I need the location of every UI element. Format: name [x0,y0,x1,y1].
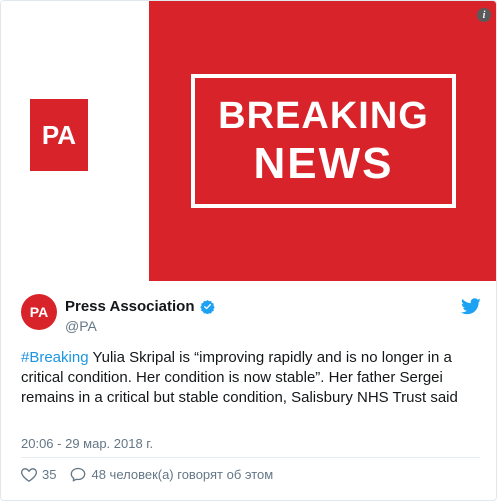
pa-logo: PA [30,99,88,171]
verified-badge-icon [199,299,215,314]
media-red-panel: BREAKING NEWS [149,1,496,281]
breaking-news-box: BREAKING NEWS [191,74,456,208]
like-button[interactable]: 35 [21,467,56,482]
media-white-panel: PA [1,1,149,281]
like-count: 35 [42,467,57,482]
tweet-text: #Breaking Yulia Skripal is “improving ra… [21,348,481,408]
talking-about-text: 48 человек(а) говорят об этом [91,467,274,482]
heart-icon [21,468,37,482]
twitter-bird-icon[interactable] [461,298,481,315]
author-handle[interactable]: @PA [65,318,97,334]
tweet-media-image[interactable]: PA BREAKING NEWS i [1,1,496,281]
speech-bubble-icon [71,467,86,482]
conversation-link[interactable]: 48 человек(а) говорят об этом [70,467,273,482]
divider [21,457,480,458]
author-name[interactable]: Press Association [65,298,195,315]
tweet-timestamp[interactable]: 20:06 - 29 мар. 2018 г. [21,436,153,451]
info-icon[interactable]: i [477,8,491,22]
headline-line-2: NEWS [253,139,394,188]
hashtag-link[interactable]: #Breaking [21,349,89,366]
author-name-row: Press Association [65,298,215,315]
headline-line-1: BREAKING [218,95,429,137]
tweet-actions: 35 48 человек(а) говорят об этом [21,467,287,482]
avatar[interactable]: PA [21,294,57,330]
tweet-header: PA Press Association @PA [21,294,481,338]
embedded-tweet-card: PA BREAKING NEWS i PA Press Association … [0,0,497,501]
